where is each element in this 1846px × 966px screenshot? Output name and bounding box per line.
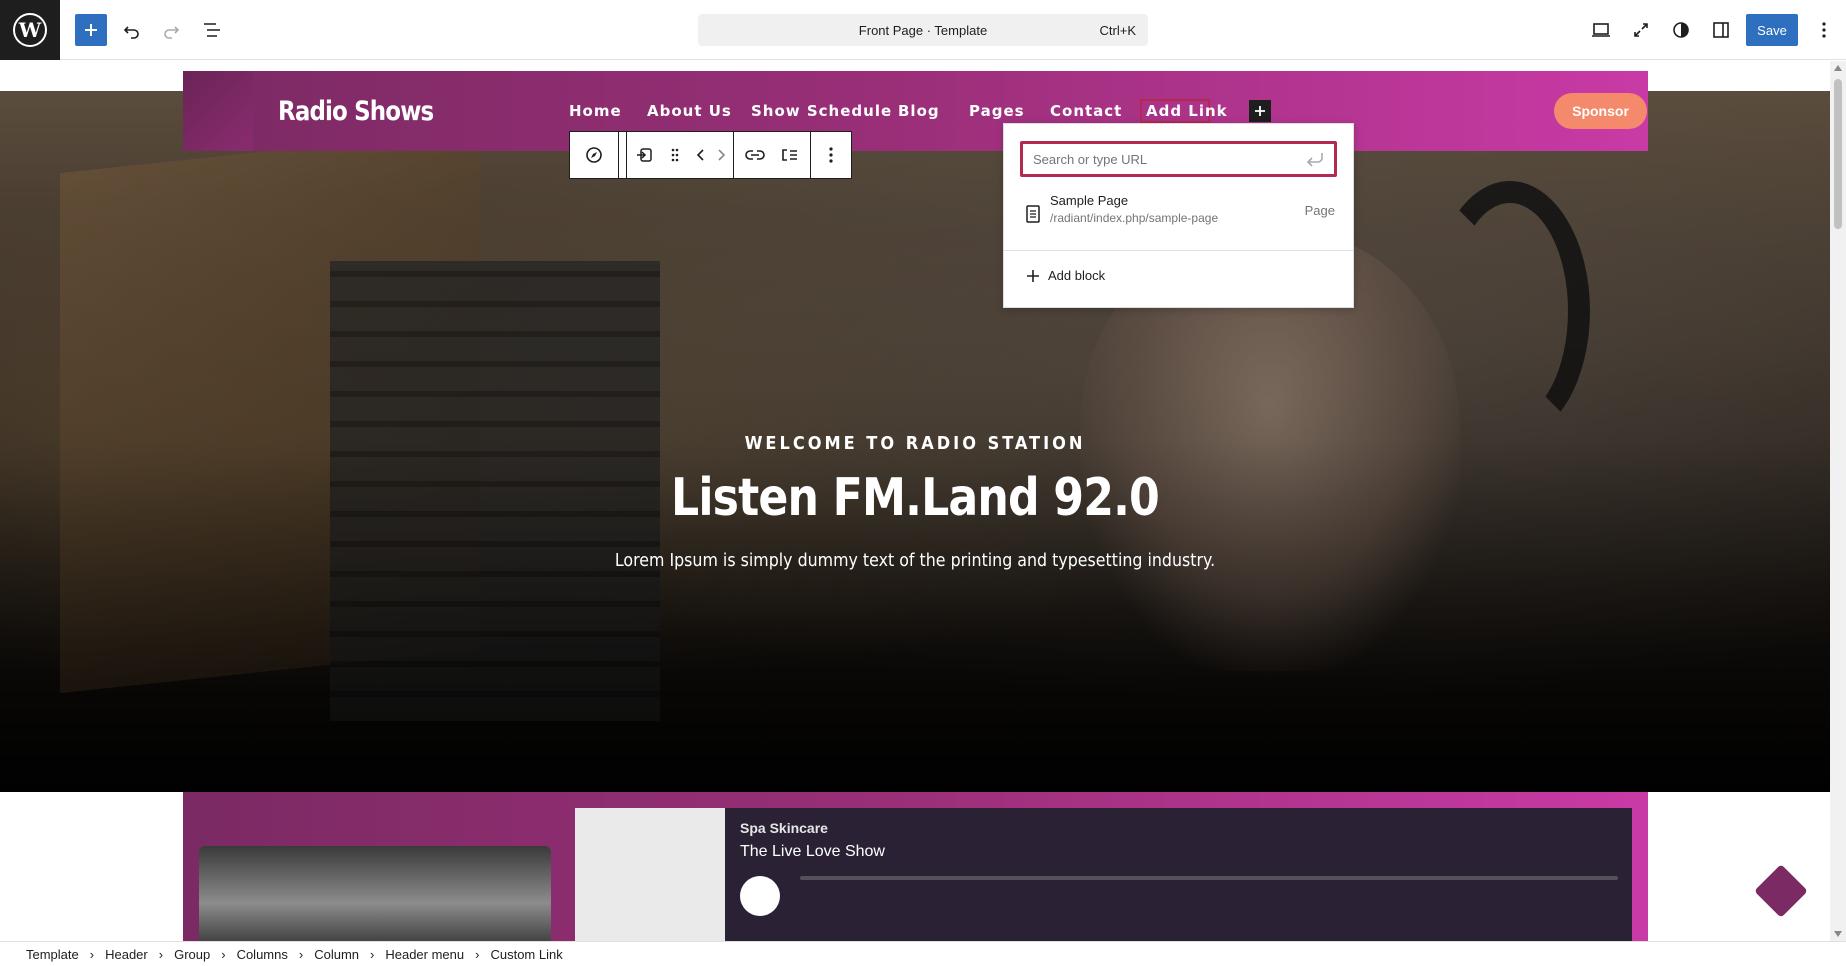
- breadcrumb-header[interactable]: Header: [105, 947, 148, 962]
- hero-subtitle[interactable]: Lorem Ipsum is simply dummy text of the …: [110, 550, 1720, 571]
- page-document-icon: [1026, 205, 1040, 228]
- suggestion-title: Sample Page: [1050, 193, 1129, 208]
- block-toolbar: [569, 131, 852, 179]
- player-show-title: The Live Love Show: [740, 843, 885, 860]
- block-inserter-button[interactable]: [75, 14, 107, 46]
- breadcrumb-column[interactable]: Column: [314, 947, 359, 962]
- breadcrumb-columns[interactable]: Columns: [237, 947, 288, 962]
- site-title[interactable]: Radio Shows: [278, 96, 434, 127]
- breadcrumb-header-menu[interactable]: Header menu: [385, 947, 464, 962]
- add-submenu-icon[interactable]: [772, 132, 806, 178]
- link-icon[interactable]: [738, 132, 772, 178]
- player-progress-bar[interactable]: [800, 876, 1618, 880]
- move-right-icon[interactable]: [711, 132, 733, 178]
- nav-item-add-link[interactable]: Add Link: [1146, 102, 1228, 120]
- styles-contrast-icon[interactable]: [1665, 14, 1697, 46]
- drag-handle-icon[interactable]: [661, 132, 689, 178]
- popover-divider: [1004, 250, 1353, 251]
- breadcrumb-chevron-icon: ›: [221, 946, 226, 962]
- scroll-up-icon[interactable]: [1834, 65, 1842, 71]
- link-url-search-input[interactable]: [1020, 141, 1337, 177]
- breadcrumb-chevron-icon: ›: [298, 946, 304, 962]
- nav-item-pages[interactable]: Pages: [969, 102, 1025, 120]
- nav-item-contact[interactable]: Contact: [1050, 102, 1122, 120]
- nav-add-item-plus-icon[interactable]: [1249, 100, 1271, 122]
- command-palette-title[interactable]: Front Page · Template Ctrl+K: [698, 14, 1148, 46]
- fullscreen-icon[interactable]: [1625, 14, 1657, 46]
- block-breadcrumb: Template › Header › Group › Columns › Co…: [0, 941, 1846, 966]
- player-thumbnail: [575, 808, 725, 941]
- navigation-compass-icon[interactable]: [577, 132, 611, 178]
- suggestion-path: /radiant/index.php/sample-page: [1050, 211, 1219, 225]
- document-overview-icon[interactable]: [196, 14, 228, 46]
- header-logo-placeholder: [183, 71, 253, 151]
- redo-icon[interactable]: [155, 14, 187, 46]
- undo-icon[interactable]: [116, 14, 148, 46]
- wordpress-logo-icon[interactable]: W: [0, 0, 60, 60]
- move-left-icon[interactable]: [689, 132, 711, 178]
- save-button[interactable]: Save: [1746, 14, 1798, 46]
- microphone-image[interactable]: [199, 846, 551, 941]
- sponsor-button[interactable]: Sponsor: [1554, 93, 1647, 129]
- breadcrumb-custom-link: Custom Link: [490, 946, 563, 962]
- settings-sidebar-icon[interactable]: [1705, 14, 1737, 46]
- play-button[interactable]: [740, 876, 780, 916]
- scrollbar-thumb[interactable]: [1834, 79, 1842, 229]
- scroll-down-icon[interactable]: [1834, 931, 1842, 937]
- plus-icon: [1027, 269, 1039, 282]
- add-block-button[interactable]: Add block: [1026, 268, 1105, 283]
- submit-return-icon[interactable]: [1306, 151, 1324, 172]
- select-parent-icon[interactable]: [627, 132, 661, 178]
- hero-kicker[interactable]: WELCOME TO RADIO STATION: [0, 433, 1830, 454]
- link-control-popover: Sample Page /radiant/index.php/sample-pa…: [1003, 123, 1354, 308]
- link-suggestion-item[interactable]: Sample Page /radiant/index.php/sample-pa…: [1020, 189, 1339, 241]
- breadcrumb-chevron-icon: ›: [370, 946, 375, 962]
- preview-device-icon[interactable]: [1585, 14, 1617, 46]
- nav-item-blog[interactable]: Blog: [898, 102, 940, 120]
- nav-item-show-schedule[interactable]: Show Schedule: [751, 102, 892, 120]
- canvas-scrollbar[interactable]: [1830, 61, 1846, 941]
- audio-player[interactable]: [575, 808, 1632, 941]
- breadcrumb-chevron-icon: ›: [158, 946, 164, 962]
- nav-item-about-us[interactable]: About Us: [647, 102, 732, 120]
- editor-top-toolbar: W Front Page · Template Ctrl+K Save: [0, 0, 1846, 60]
- hero-title[interactable]: Listen FM.Land 92.0: [137, 468, 1693, 528]
- add-block-label: Add block: [1048, 268, 1106, 283]
- nav-item-home[interactable]: Home: [569, 102, 622, 120]
- player-category-label: Spa Skincare: [740, 820, 828, 836]
- suggestion-type: Page: [1304, 203, 1335, 218]
- options-menu-icon[interactable]: [1808, 14, 1840, 46]
- command-shortcut: Ctrl+K: [1099, 23, 1136, 38]
- block-options-icon[interactable]: [814, 132, 848, 178]
- breadcrumb-chevron-icon: ›: [89, 946, 95, 962]
- breadcrumb-group[interactable]: Group: [174, 947, 210, 962]
- document-title: Front Page · Template: [858, 22, 988, 38]
- svg-text:W: W: [18, 18, 42, 42]
- breadcrumb-template[interactable]: Template: [26, 947, 79, 962]
- breadcrumb-chevron-icon: ›: [475, 946, 480, 962]
